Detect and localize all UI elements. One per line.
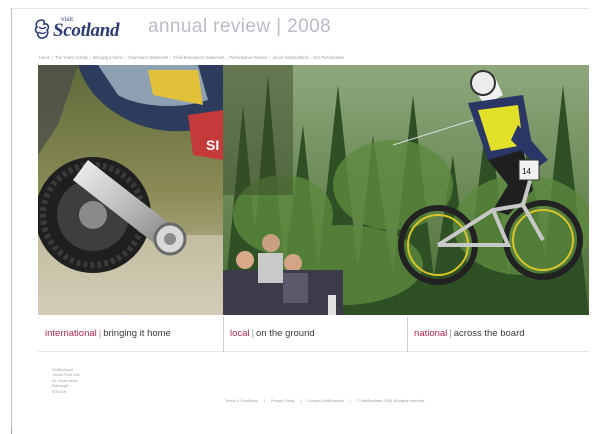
caption-key: local: [230, 328, 250, 339]
caption-national[interactable]: national | across the board: [414, 315, 525, 352]
caption-description: across the board: [453, 328, 525, 339]
footer-separator: |: [300, 399, 302, 403]
hero-image-mountain-bike-jump[interactable]: 14: [223, 65, 589, 315]
footer-address: VisitScotland Ocean Point One 94 Ocean D…: [52, 368, 80, 395]
caption-key: national: [414, 328, 448, 339]
caption-separator: [407, 317, 408, 352]
section-captions: international | bringing it home local |…: [38, 315, 589, 352]
logo-wordmark: Scotland: [53, 20, 120, 41]
nav-item-chief-executive[interactable]: Chief Executive's Statement: [171, 55, 226, 60]
nav-item-home[interactable]: Home: [37, 55, 52, 60]
footer-separator: |: [349, 399, 351, 403]
caption-international[interactable]: international | bringing it home: [45, 315, 171, 352]
nav-item-about[interactable]: About VisitScotland: [271, 55, 310, 60]
svg-text:14: 14: [522, 167, 531, 176]
caption-description: bringing it home: [103, 328, 171, 339]
caption-description: on the ground: [256, 328, 315, 339]
caption-separator: [223, 317, 224, 352]
footer-links: Terms & Conditions | Privacy Policy | Co…: [222, 399, 428, 403]
visitscotland-logo[interactable]: visit Scotland: [33, 15, 133, 45]
nav-item-years-activity[interactable]: The Year's Activity: [53, 55, 90, 60]
footer-copyright: © VisitScotland 2008. All rights reserve…: [356, 399, 426, 403]
footer-separator: |: [263, 399, 265, 403]
page-title: annual review | 2008: [148, 16, 331, 37]
svg-text:SI: SI: [206, 137, 219, 153]
footer-link-contact[interactable]: Contact VisitScotland: [305, 399, 347, 403]
hero-image-bike-crank[interactable]: SI: [38, 65, 223, 315]
nav-item-bringing-it-home[interactable]: Bringing it home: [91, 55, 125, 60]
nav-item-performance-review[interactable]: Performance Review: [227, 55, 269, 60]
nav-item-chairmans-statement[interactable]: Chairman's Statement: [126, 55, 170, 60]
footer-link-privacy[interactable]: Privacy Policy: [268, 399, 298, 403]
caption-key: international: [45, 328, 97, 339]
thistle-logo-icon: [34, 19, 50, 39]
caption-local[interactable]: local | on the ground: [230, 315, 315, 352]
footer-link-terms[interactable]: Terms & Conditions: [222, 399, 261, 403]
hero-banner: SI 14: [38, 65, 589, 315]
top-nav: Home | The Year's Activity | Bringing it h…: [37, 52, 589, 62]
nav-item-our-performance[interactable]: Our Performance: [311, 55, 346, 60]
address-line: EH6 6JH: [52, 389, 67, 394]
